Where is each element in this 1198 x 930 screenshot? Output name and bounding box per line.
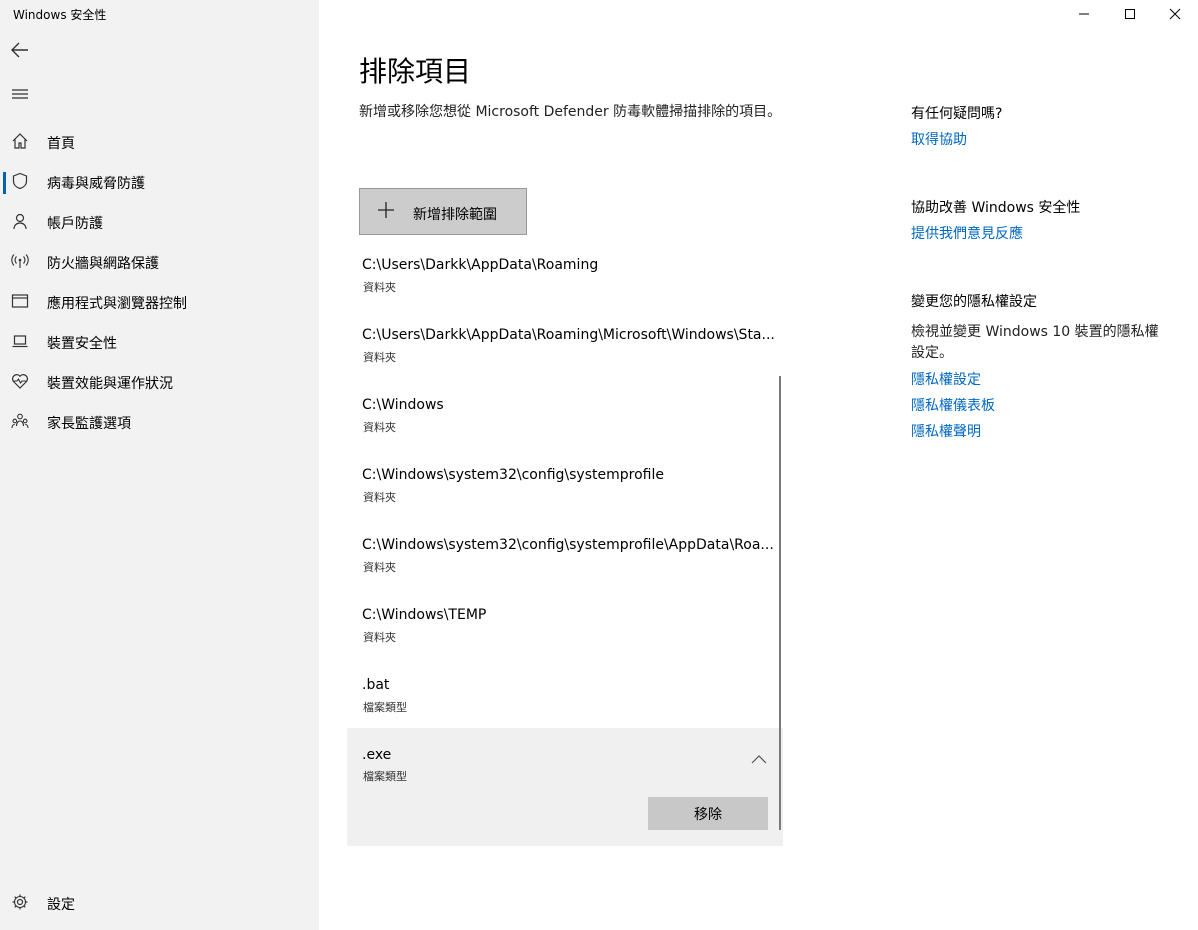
maximize-icon[interactable] xyxy=(1107,0,1153,28)
remove-button[interactable]: 移除 xyxy=(648,797,768,830)
exclusion-item-expanded[interactable]: .exe 檔案類型 移除 xyxy=(347,728,783,846)
exclusion-path: C:\Windows\TEMP xyxy=(362,607,487,623)
exclusion-type: 資料夾 xyxy=(363,281,396,294)
app-window-icon xyxy=(11,292,29,310)
sidebar-item-settings[interactable]: 設定 xyxy=(0,884,319,920)
settings-label: 設定 xyxy=(47,897,75,913)
laptop-icon xyxy=(11,332,29,350)
sidebar-item-label: 家長監護選項 xyxy=(47,416,131,432)
chevron-up-icon[interactable] xyxy=(751,754,767,764)
heart-pulse-icon xyxy=(11,372,29,390)
exclusion-item[interactable]: C:\Windows\system32\config\systemprofile… xyxy=(347,459,783,529)
close-icon[interactable] xyxy=(1152,0,1198,28)
feedback-link[interactable]: 提供我們意見反應 xyxy=(911,223,1023,243)
exclusion-type: 資料夾 xyxy=(363,351,396,364)
exclusion-path: C:\Windows\system32\config\systemprofile xyxy=(362,467,664,483)
exclusion-path: C:\Windows\system32\config\systemprofile… xyxy=(362,537,774,553)
scrollbar[interactable] xyxy=(779,376,781,830)
window-title: Windows 安全性 xyxy=(13,8,107,22)
title-bar: Windows 安全性 xyxy=(0,0,1198,28)
exclusion-item[interactable]: C:\Windows\TEMP 資料夾 xyxy=(347,599,783,669)
sidebar-item-account-protection[interactable]: 帳戶防護 xyxy=(0,204,319,240)
improve-heading: 協助改善 Windows 安全性 xyxy=(911,200,1081,216)
sidebar-item-device-performance[interactable]: 裝置效能與運作狀況 xyxy=(0,364,319,400)
add-exclusion-label: 新增排除範圍 xyxy=(413,207,497,223)
privacy-statement-link[interactable]: 隱私權聲明 xyxy=(911,421,981,441)
family-icon xyxy=(11,412,29,430)
exclusion-item[interactable]: C:\Windows\system32\config\systemprofile… xyxy=(347,529,783,599)
sidebar-item-family-options[interactable]: 家長監護選項 xyxy=(0,404,319,440)
privacy-dashboard-link[interactable]: 隱私權儀表板 xyxy=(911,395,995,415)
exclusion-path: C:\Users\Darkk\AppData\Roaming\Microsoft… xyxy=(362,327,775,343)
sidebar-item-home[interactable]: 首頁 xyxy=(0,124,319,160)
person-icon xyxy=(11,212,29,230)
hamburger-menu-icon[interactable] xyxy=(8,82,32,106)
wireless-icon xyxy=(11,252,29,270)
exclusion-type: 檔案類型 xyxy=(363,701,407,714)
sidebar: 首頁 病毒與威脅防護 帳戶防護 防火牆與網路保護 應用程式與瀏覽器控制 裝置安全… xyxy=(0,0,319,930)
exclusion-type: 資料夾 xyxy=(363,421,396,434)
sidebar-item-label: 裝置安全性 xyxy=(47,336,117,352)
exclusion-path: .bat xyxy=(362,677,390,693)
exclusion-type: 資料夾 xyxy=(363,631,396,644)
exclusion-type: 資料夾 xyxy=(363,491,396,504)
page-title: 排除項目 xyxy=(359,55,472,88)
sidebar-item-app-browser-control[interactable]: 應用程式與瀏覽器控制 xyxy=(0,284,319,320)
back-arrow-icon[interactable] xyxy=(8,38,32,62)
sidebar-item-virus-protection[interactable]: 病毒與威脅防護 xyxy=(0,164,319,200)
exclusion-item[interactable]: C:\Users\Darkk\AppData\Roaming\Microsoft… xyxy=(347,319,783,389)
page-description: 新增或移除您想從 Microsoft Defender 防毒軟體掃描排除的項目。 xyxy=(359,104,782,120)
privacy-heading: 變更您的隱私權設定 xyxy=(911,294,1037,310)
sidebar-item-label: 防火牆與網路保護 xyxy=(47,256,159,272)
get-help-link[interactable]: 取得協助 xyxy=(911,129,967,149)
sidebar-item-firewall[interactable]: 防火牆與網路保護 xyxy=(0,244,319,280)
privacy-settings-link[interactable]: 隱私權設定 xyxy=(911,369,981,389)
sidebar-item-label: 帳戶防護 xyxy=(47,216,103,232)
home-icon xyxy=(11,132,29,150)
exclusion-item[interactable]: C:\Users\Darkk\AppData\Roaming 資料夾 xyxy=(347,249,783,319)
shield-icon xyxy=(11,172,29,190)
sidebar-item-label: 應用程式與瀏覽器控制 xyxy=(47,296,187,312)
add-exclusion-button[interactable]: 新增排除範圍 xyxy=(359,188,527,235)
sidebar-item-device-security[interactable]: 裝置安全性 xyxy=(0,324,319,360)
gear-icon xyxy=(11,893,29,911)
plus-icon xyxy=(377,201,395,219)
exclusion-path: C:\Users\Darkk\AppData\Roaming xyxy=(362,257,599,273)
sidebar-item-label: 病毒與威脅防護 xyxy=(47,176,145,192)
sidebar-item-label: 裝置效能與運作狀況 xyxy=(47,376,173,392)
exclusion-type: 檔案類型 xyxy=(363,770,407,783)
help-heading: 有任何疑問嗎? xyxy=(911,106,1003,122)
exclusion-path: C:\Windows xyxy=(362,397,444,413)
exclusion-type: 資料夾 xyxy=(363,561,396,574)
selection-indicator xyxy=(3,172,6,194)
exclusion-path: .exe xyxy=(362,747,392,763)
privacy-text: 檢視並變更 Windows 10 裝置的隱私權設定。 xyxy=(911,324,1159,361)
sidebar-item-label: 首頁 xyxy=(47,136,75,152)
exclusion-item[interactable]: C:\Windows 資料夾 xyxy=(347,389,783,459)
minimize-icon[interactable] xyxy=(1061,0,1107,28)
